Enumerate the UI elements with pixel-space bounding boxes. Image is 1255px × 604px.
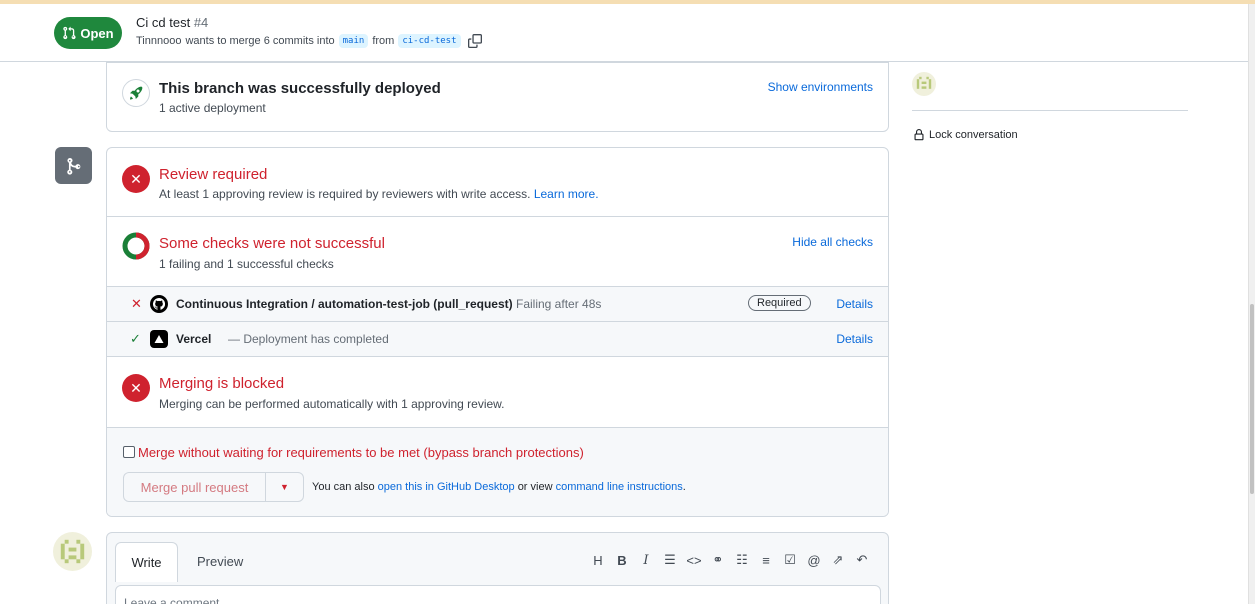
pull-request-icon: [63, 26, 76, 40]
quote-icon[interactable]: ☰: [658, 550, 682, 570]
bypass-label[interactable]: Merge without waiting for requirements t…: [138, 445, 584, 460]
review-section: ✕ Review required At least 1 approving r…: [107, 148, 888, 217]
period-text: .: [682, 481, 686, 493]
mention-icon[interactable]: @: [802, 550, 826, 570]
x-circle-icon: ✕: [122, 165, 150, 193]
pr-number: #4: [193, 15, 209, 30]
bulleted-list-icon[interactable]: ☷: [730, 550, 754, 570]
blocked-section: ✕ Merging is blocked Merging can be perf…: [107, 357, 888, 428]
merge-alternatives: You can also open this in GitHub Desktop…: [312, 481, 686, 493]
status-badge: Open: [54, 17, 122, 49]
rocket-icon: [122, 79, 150, 107]
review-title: Review required: [159, 166, 268, 183]
heading-icon[interactable]: H: [586, 550, 610, 570]
also-text: You can also: [312, 481, 375, 493]
show-environments-link[interactable]: Show environments: [768, 80, 873, 94]
deployment-title: This branch was successfully deployed: [159, 80, 441, 97]
markdown-toolbar: H B I ☰ <> ⚭ ☷ ≡ ☑ @ ⇗ ↶: [586, 550, 874, 570]
learn-more-link[interactable]: Learn more.: [534, 187, 599, 201]
numbered-list-icon[interactable]: ≡: [754, 550, 778, 570]
bypass-section: Merge without waiting for requirements t…: [107, 428, 888, 516]
vercel-icon: [150, 330, 168, 348]
success-check-icon: ✓: [130, 331, 141, 346]
check-status: Failing after 48s: [516, 297, 602, 311]
review-subtitle: At least 1 approving review is required …: [159, 187, 531, 201]
x-circle-icon: ✕: [122, 374, 150, 402]
cross-reference-icon[interactable]: ⇗: [826, 550, 850, 570]
check-status: — Deployment has completed: [228, 332, 389, 346]
checks-donut-icon: [122, 232, 150, 260]
copy-icon[interactable]: [467, 34, 482, 48]
or-view-text: or view: [517, 481, 553, 493]
bold-icon[interactable]: B: [610, 550, 634, 570]
details-link[interactable]: Details: [836, 297, 873, 311]
scrollbar[interactable]: [1248, 4, 1255, 604]
status-label: Open: [80, 25, 114, 41]
tab-write[interactable]: Write: [115, 542, 178, 582]
task-list-icon[interactable]: ☑: [778, 550, 802, 570]
pr-header: Open Ci cd test #4 Tinnnooo wants to mer…: [0, 4, 1248, 62]
details-link[interactable]: Details: [836, 332, 873, 346]
command-line-link[interactable]: command line instructions: [556, 481, 683, 493]
reply-icon[interactable]: ↶: [850, 550, 874, 570]
check-item: ✓ Vercel — Deployment has completed Deta…: [107, 322, 888, 357]
merge-text: wants to merge 6 commits into: [185, 35, 335, 47]
lock-icon: [914, 129, 924, 141]
check-name: Continuous Integration / automation-test…: [176, 297, 513, 311]
comment-textarea[interactable]: Leave a comment: [115, 585, 881, 604]
merge-status-panel: ✕ Review required At least 1 approving r…: [106, 147, 889, 517]
pr-author[interactable]: Tinnnooo: [136, 35, 181, 47]
comment-editor: Write Preview H B I ☰ <> ⚭ ☷ ≡ ☑ @ ⇗ ↶ L…: [106, 532, 889, 604]
merge-button-group: Merge pull request ▼: [123, 472, 304, 502]
check-name: Vercel: [176, 332, 212, 346]
deployment-panel: This branch was successfully deployed 1 …: [106, 62, 889, 132]
pr-title-text: Ci cd test: [136, 15, 191, 30]
code-icon[interactable]: <>: [682, 550, 706, 570]
avatar[interactable]: [53, 532, 92, 571]
from-text: from: [372, 35, 395, 47]
head-branch[interactable]: ci-cd-test: [398, 34, 461, 48]
avatar[interactable]: [912, 72, 936, 96]
lock-conversation-button[interactable]: Lock conversation: [913, 128, 1018, 142]
github-desktop-link[interactable]: open this in GitHub Desktop: [378, 481, 515, 493]
blocked-subtitle: Merging can be performed automatically w…: [159, 397, 505, 411]
git-merge-icon: [55, 147, 92, 184]
lock-label: Lock conversation: [929, 129, 1018, 141]
pr-merge-info: Tinnnooo wants to merge 6 commits into m…: [136, 34, 482, 48]
checks-title: Some checks were not successful: [159, 235, 385, 252]
checks-subtitle: 1 failing and 1 successful checks: [159, 257, 334, 271]
tab-preview[interactable]: Preview: [197, 554, 243, 569]
deployment-subtitle: 1 active deployment: [159, 101, 266, 115]
hide-all-checks-link[interactable]: Hide all checks: [792, 235, 873, 249]
bypass-checkbox[interactable]: [123, 446, 135, 458]
merge-pull-request-button[interactable]: Merge pull request: [124, 473, 266, 501]
merge-dropdown-caret-icon[interactable]: ▼: [266, 473, 303, 501]
blocked-title: Merging is blocked: [159, 375, 285, 392]
required-badge: Required: [748, 295, 811, 311]
fail-x-icon: ✕: [131, 296, 142, 311]
check-item: ✕ Continuous Integration / automation-te…: [107, 287, 888, 322]
checks-section: Some checks were not successful 1 failin…: [107, 217, 888, 287]
base-branch[interactable]: main: [338, 34, 369, 48]
italic-icon[interactable]: I: [634, 550, 658, 570]
pr-title: Ci cd test #4: [136, 15, 208, 30]
link-icon[interactable]: ⚭: [706, 550, 730, 570]
review-description: At least 1 approving review is required …: [159, 187, 599, 201]
sidebar-divider: [912, 110, 1188, 111]
github-icon: [150, 295, 168, 313]
scrollbar-thumb[interactable]: [1250, 304, 1254, 494]
